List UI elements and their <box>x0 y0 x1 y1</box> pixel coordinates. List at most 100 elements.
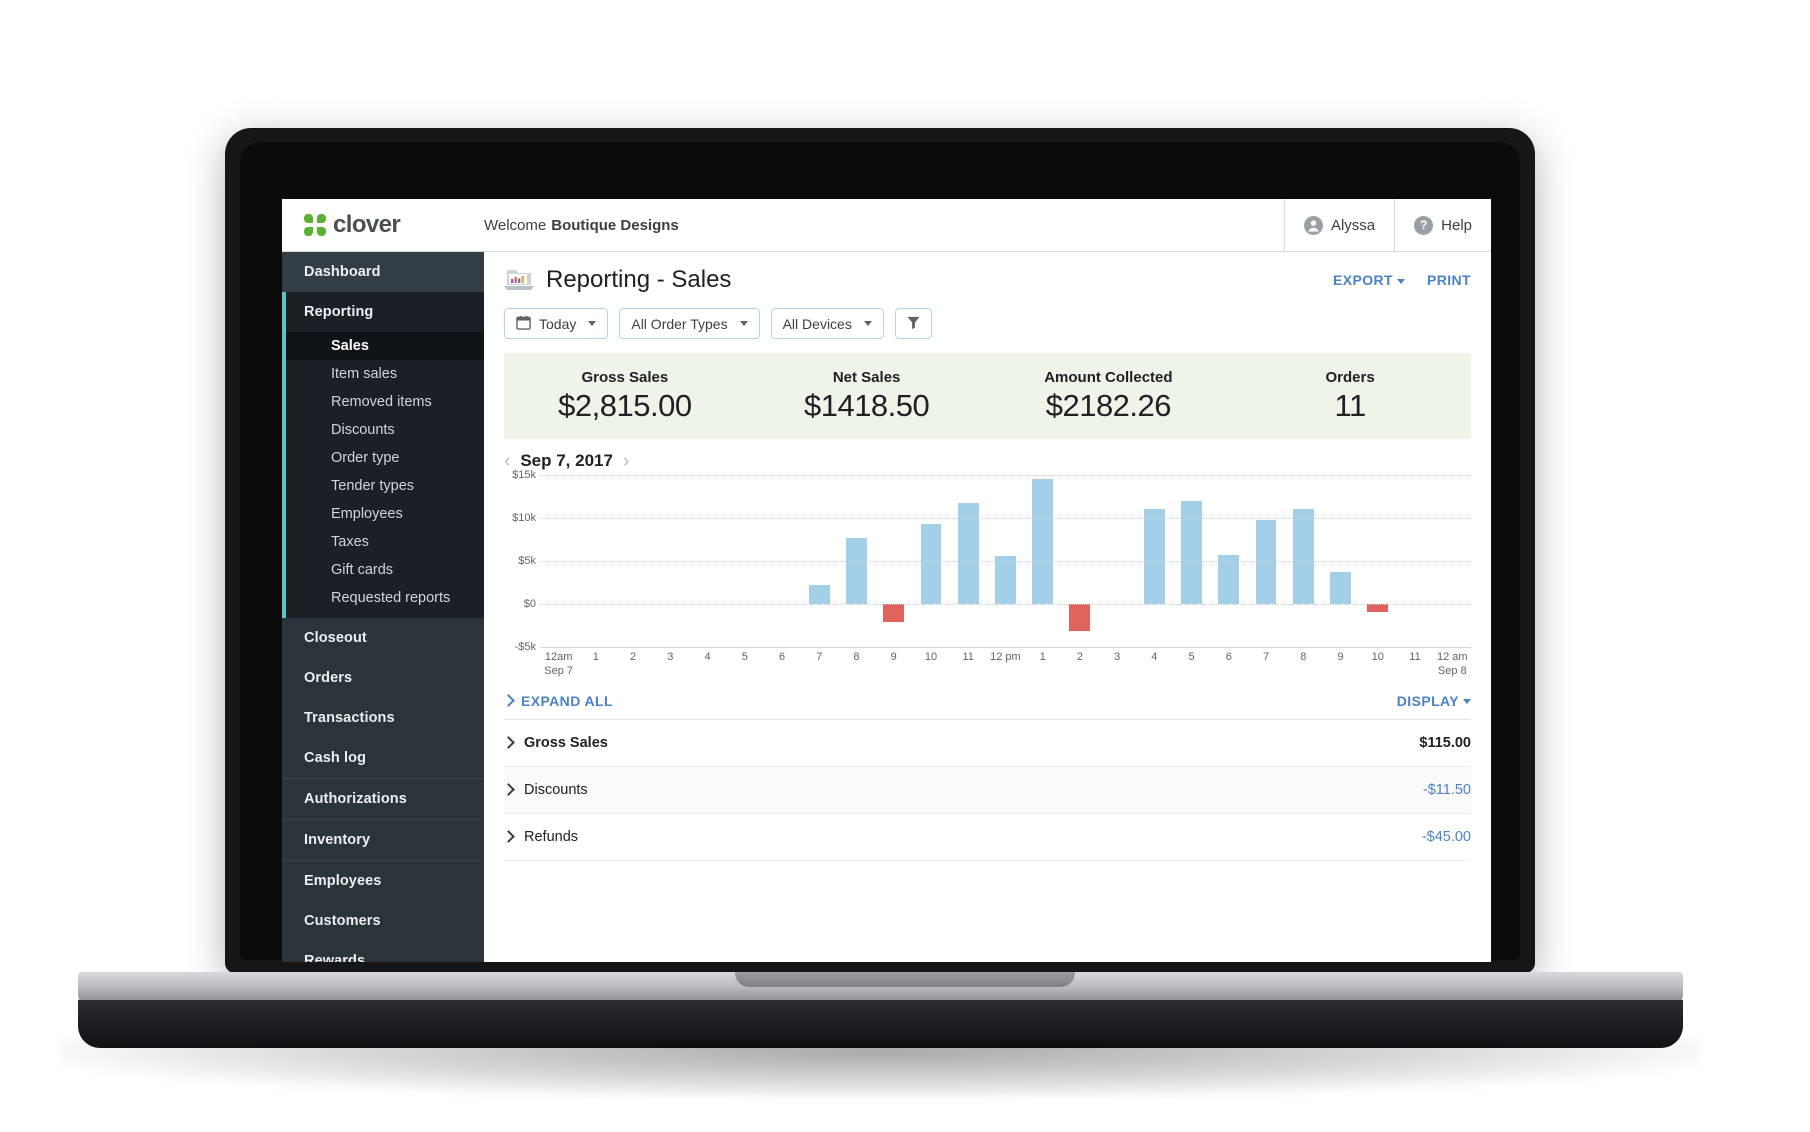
account-circle-icon <box>1303 215 1323 235</box>
table-row-value: -$45.00 <box>1421 828 1471 845</box>
chart-bar[interactable] <box>995 555 1016 604</box>
chevron-right-icon <box>502 736 515 749</box>
sidebar-item-discounts[interactable]: Discounts <box>286 416 484 444</box>
table-row[interactable]: Refunds -$45.00 <box>502 814 1471 861</box>
chart-bar[interactable] <box>1069 604 1091 631</box>
help-label: Help <box>1441 216 1472 234</box>
chart-bar[interactable] <box>1143 509 1165 604</box>
sidebar-item-item-sales[interactable]: Item sales <box>286 360 484 388</box>
kpi-amount-collected-value: $2182.26 <box>1045 387 1172 423</box>
table-row[interactable]: Gross Sales $115.00 <box>502 720 1471 767</box>
kpi-gross-sales: Gross Sales $2,815.00 <box>504 369 746 424</box>
chart-bar[interactable] <box>1181 500 1203 604</box>
sidebar-item-tender-types[interactable]: Tender types <box>286 472 484 500</box>
expand-all-button[interactable]: EXPAND ALL <box>502 693 613 709</box>
kpi-summary-strip: Gross Sales $2,815.00 Net Sales $1418.50… <box>504 353 1471 439</box>
help-button[interactable]: ? Help <box>1394 199 1491 251</box>
print-button[interactable]: PRINT <box>1427 272 1471 288</box>
chart-bar[interactable] <box>920 524 942 604</box>
sidebar-item-removed-items[interactable]: Removed items <box>286 388 484 416</box>
chevron-right-icon <box>502 783 515 796</box>
date-filter-label: Today <box>539 315 577 332</box>
table-row-label: Gross Sales <box>524 734 608 751</box>
sidebar: Dashboard Reporting Sales Item sales Rem… <box>282 252 484 962</box>
sidebar-item-employees-report[interactable]: Employees <box>286 500 484 528</box>
sidebar-item-inventory[interactable]: Inventory <box>282 820 484 860</box>
kpi-net-sales-value: $1418.50 <box>803 387 930 423</box>
sidebar-item-customers[interactable]: Customers <box>282 901 484 941</box>
table-row-left: Discounts <box>502 782 588 798</box>
chart-bar[interactable] <box>1292 508 1314 604</box>
chart-bar[interactable] <box>1367 604 1389 612</box>
chart-bar[interactable] <box>808 585 830 604</box>
sidebar-item-employees[interactable]: Employees <box>282 861 484 901</box>
table-row-left: Gross Sales <box>502 734 608 751</box>
table-toolbar: EXPAND ALL DISPLAY <box>484 679 1491 719</box>
drop-shadow <box>60 1040 1700 1098</box>
chevron-down-icon <box>863 321 872 326</box>
devices-filter-button[interactable]: All Devices <box>770 308 884 339</box>
sidebar-item-requested-reports[interactable]: Requested reports <box>286 584 484 618</box>
sidebar-item-reporting[interactable]: Reporting <box>286 292 484 332</box>
chart-bar[interactable] <box>1032 479 1054 604</box>
date-filter-button[interactable]: Today <box>504 308 609 339</box>
chart-x-tick-label: 8 <box>1300 651 1307 663</box>
chart-bar[interactable] <box>883 604 905 623</box>
chart-x-tick-label: 3 <box>667 651 674 663</box>
advanced-filter-button[interactable] <box>894 308 932 339</box>
chart-bar[interactable] <box>1218 554 1240 604</box>
chevron-down-icon <box>1463 699 1471 705</box>
welcome-message: Welcome Boutique Designs <box>484 199 1284 251</box>
kpi-amount-collected-label: Amount Collected <box>1044 368 1173 386</box>
chart-x-tick-label: 9 <box>1337 651 1344 663</box>
chart-x-tick-label: 6 <box>778 651 786 663</box>
user-menu-button[interactable]: Alyssa <box>1283 199 1394 251</box>
table-row-value: -$11.50 <box>1422 781 1471 798</box>
chevron-left-icon[interactable]: ‹ <box>504 452 510 471</box>
sidebar-item-taxes[interactable]: Taxes <box>286 528 484 556</box>
brand-name: clover <box>333 211 401 238</box>
export-label: EXPORT <box>1333 272 1393 288</box>
brand-logo[interactable]: clover <box>282 199 484 251</box>
chart-x-tick-label: 2 <box>630 651 637 663</box>
screenshot-stage: clover Welcome Boutique Designs Alyssa ?… <box>0 0 1810 1132</box>
sidebar-item-rewards[interactable]: Rewards <box>282 941 484 962</box>
kpi-net-sales: Net Sales $1418.50 <box>746 369 988 424</box>
kpi-orders-value: 11 <box>1334 387 1367 423</box>
kpi-gross-sales-value: $2,815.00 <box>558 387 692 423</box>
chart-x-tick-label: 1 <box>592 651 599 663</box>
chart-bar[interactable] <box>1330 572 1351 604</box>
sidebar-item-authorizations[interactable]: Authorizations <box>282 779 484 819</box>
welcome-prefix: Welcome <box>484 216 547 234</box>
sidebar-item-gift-cards[interactable]: Gift cards <box>286 556 484 584</box>
sidebar-item-order-type[interactable]: Order type <box>286 444 484 472</box>
clover-logo-icon <box>304 214 326 236</box>
chart-x-tick-label: 5 <box>741 651 748 663</box>
sidebar-item-closeout[interactable]: Closeout <box>282 618 484 658</box>
order-types-filter-button[interactable]: All Order Types <box>619 308 760 339</box>
chart-x-axis: 12am Sep 7 1 2 3 4 5 6 7 8 9 10 11 12 pm 1 2 3 4 5 6 7 8 9 10 11… <box>540 651 1471 679</box>
display-label: DISPLAY <box>1396 692 1459 709</box>
sidebar-item-orders[interactable]: Orders <box>282 658 484 698</box>
user-name-label: Alyssa <box>1330 216 1376 234</box>
table-row[interactable]: Discounts -$11.50 <box>502 766 1471 814</box>
merchant-name: Boutique Designs <box>551 216 679 234</box>
app-body: Dashboard Reporting Sales Item sales Rem… <box>282 252 1491 962</box>
chevron-right-icon[interactable]: › <box>623 452 629 471</box>
display-button[interactable]: DISPLAY <box>1397 693 1471 709</box>
sidebar-item-dashboard[interactable]: Dashboard <box>282 252 484 292</box>
page-header: Reporting - Sales EXPORT PRINT <box>484 252 1491 294</box>
calendar-icon <box>516 315 531 333</box>
sidebar-item-sales[interactable]: Sales <box>286 332 484 360</box>
export-button[interactable]: EXPORT <box>1333 272 1405 288</box>
sidebar-item-cash-log[interactable]: Cash log <box>282 738 484 778</box>
chart-x-tick-label: 11 <box>962 651 974 663</box>
chart-y-tick-label: $0 <box>523 598 536 610</box>
chevron-right-icon <box>502 694 515 707</box>
chart-x-tick-label: 6 <box>1225 651 1232 663</box>
chart-x-tick-label: 10 <box>924 651 938 663</box>
sidebar-item-transactions[interactable]: Transactions <box>282 698 484 738</box>
chart-bar[interactable] <box>846 537 867 604</box>
table-row-left: Refunds <box>502 829 578 845</box>
kpi-orders: Orders 11 <box>1229 369 1471 424</box>
